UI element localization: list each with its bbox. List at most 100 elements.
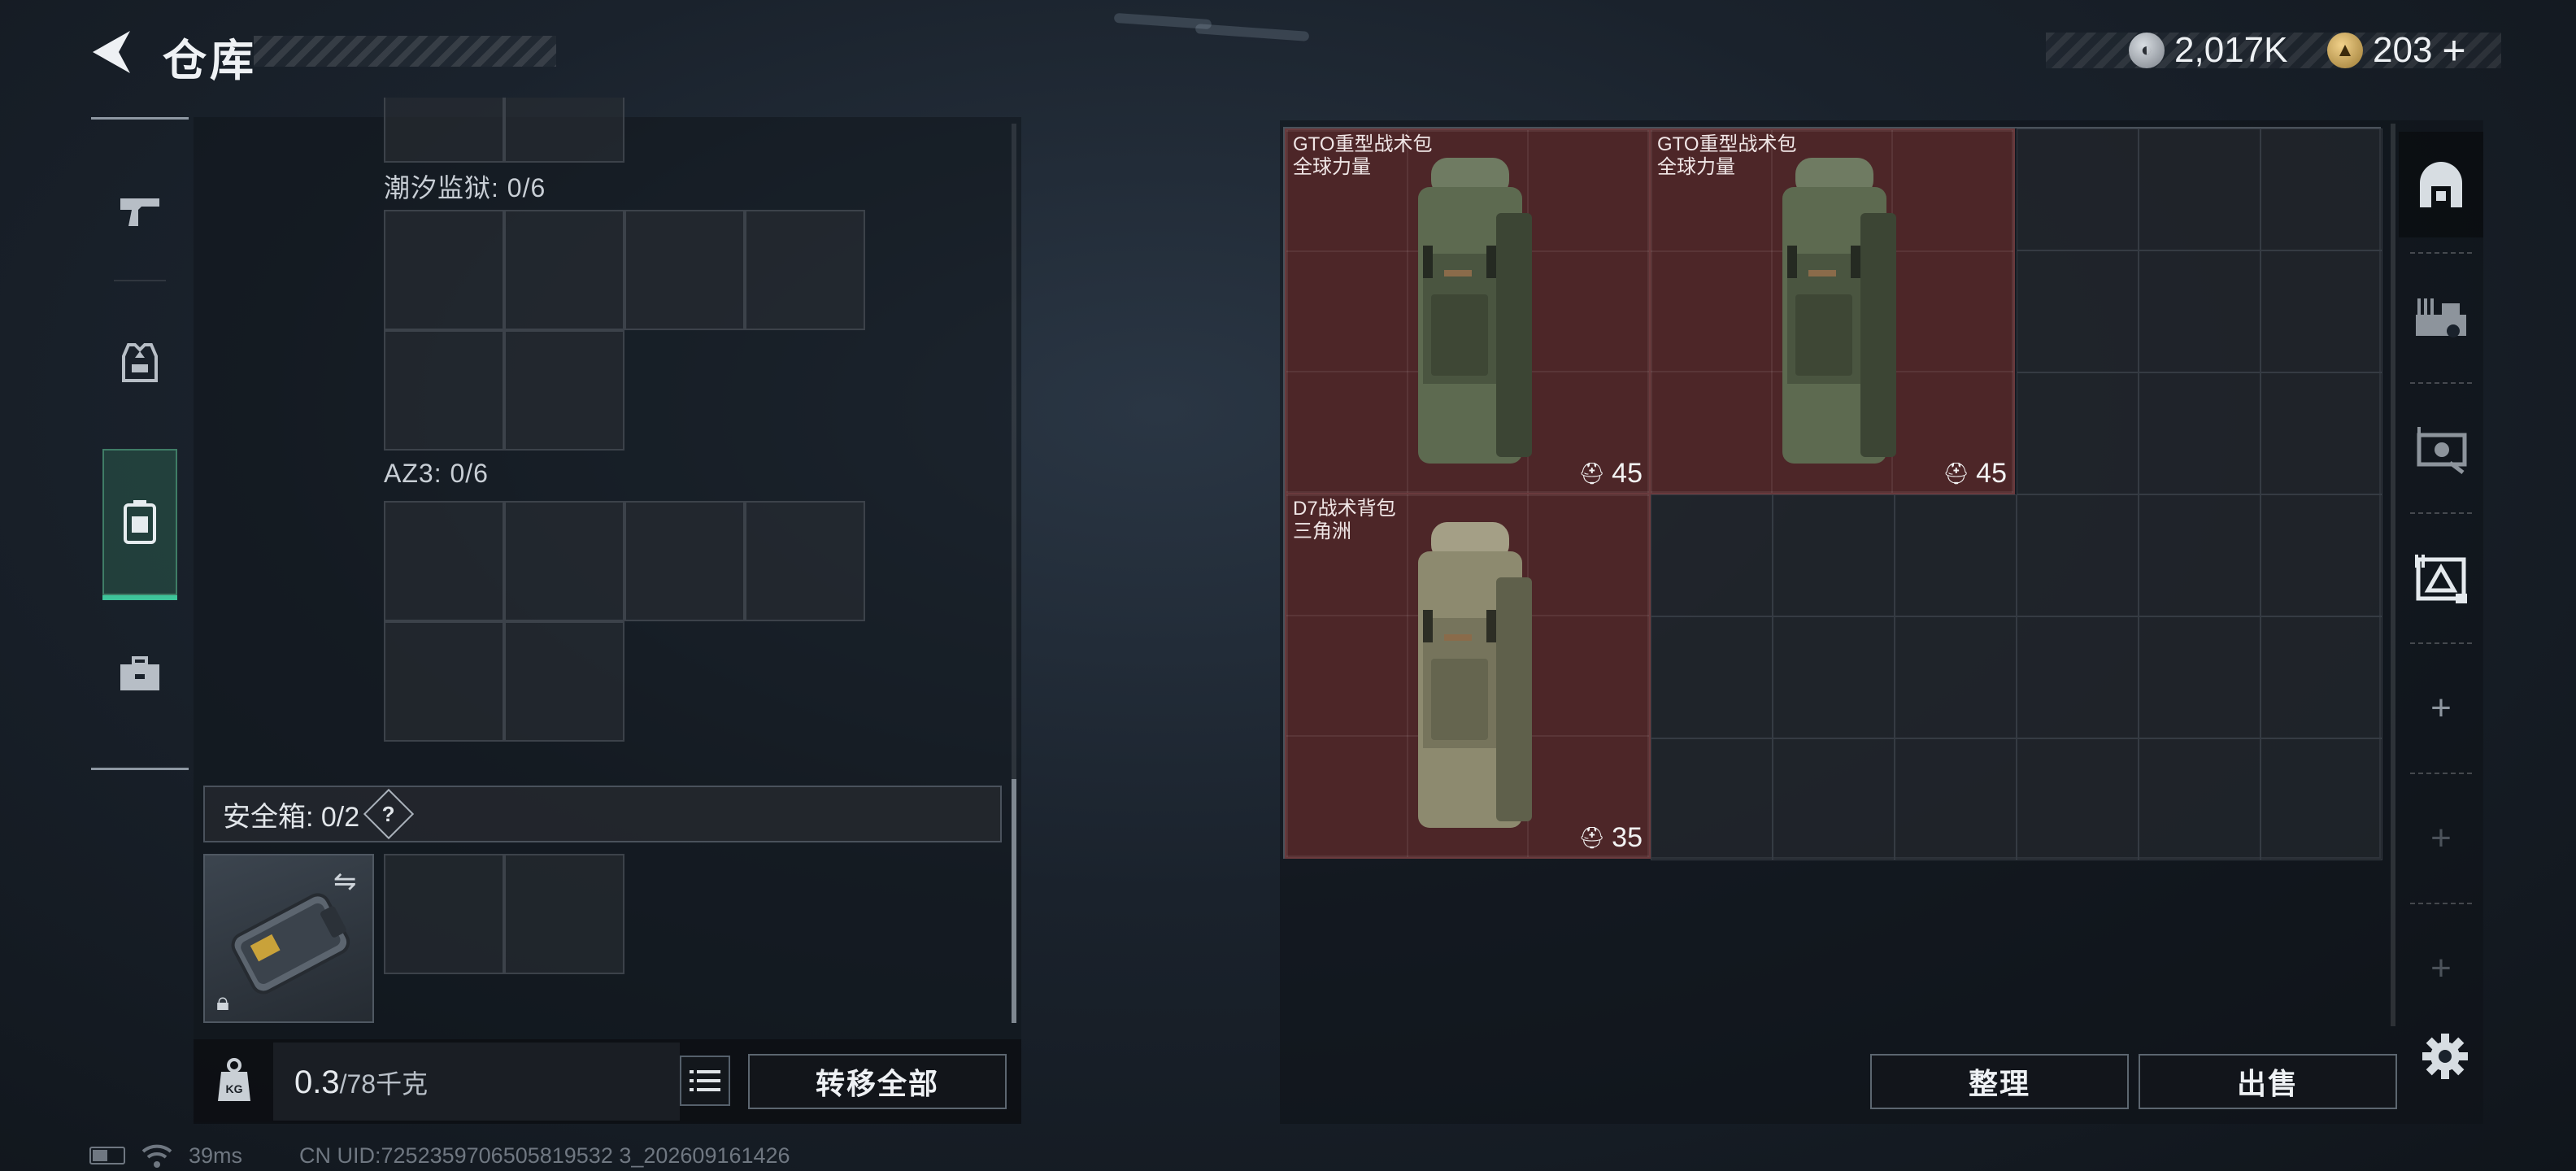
pistol-icon	[120, 198, 159, 226]
stash-grid-cell[interactable]	[2261, 128, 2382, 250]
grid-cell[interactable]	[745, 501, 865, 621]
sort-button[interactable]: 整理	[1870, 1054, 2129, 1109]
stash-grid-cell[interactable]	[1895, 494, 2017, 616]
stash-tab-main[interactable]	[2399, 132, 2483, 237]
grid-cell[interactable]	[624, 501, 745, 621]
stash-grid-cell[interactable]	[2139, 250, 2261, 372]
help-button[interactable]: ?	[363, 788, 415, 840]
tab-armor[interactable]	[91, 306, 189, 420]
grid-cell[interactable]	[384, 98, 504, 163]
swap-icon[interactable]: ⇋	[333, 865, 357, 898]
stash-tabs-rail: + + +	[2399, 124, 2483, 1026]
plus-icon: +	[2430, 818, 2452, 858]
rail-divider	[2410, 252, 2472, 254]
lock-icon: 🔒︎	[216, 989, 229, 1016]
right-scrollbar[interactable]	[2391, 124, 2395, 1026]
stash-grid-cell[interactable]	[2261, 738, 2382, 860]
stash-grid-cell[interactable]	[1773, 616, 1895, 738]
rail-divider	[2410, 382, 2472, 384]
stash-grid-cell[interactable]	[2139, 372, 2261, 494]
stash-grid-cell[interactable]	[2139, 616, 2261, 738]
safe-box-item[interactable]: ⇋ 🔒︎	[203, 854, 374, 1023]
item-card[interactable]: GTO重型战术包 全球力量 ⛑︎ 45	[1649, 128, 2015, 494]
stash-grid-cell[interactable]	[2261, 250, 2382, 372]
safe-box-cell[interactable]	[384, 854, 504, 974]
grid-cell[interactable]	[384, 210, 504, 330]
stash-grid-cell[interactable]	[1895, 616, 2017, 738]
triangle-container-icon	[2415, 555, 2467, 603]
transfer-all-button[interactable]: 转移全部	[748, 1054, 1007, 1109]
item-name: GTO重型战术包	[1293, 133, 1433, 155]
item-card[interactable]: GTO重型战术包 全球力量 ⛑︎ 45	[1285, 128, 1651, 494]
stash-grid-cell[interactable]	[2261, 616, 2382, 738]
grid-cell[interactable]	[384, 621, 504, 742]
item-card[interactable]: D7战术背包 三角洲 ⛑︎ 35	[1285, 493, 1651, 859]
crate-icon	[2417, 427, 2467, 474]
stash-grid-cell[interactable]	[1651, 494, 1773, 616]
stash-grid-cell[interactable]	[2139, 494, 2261, 616]
left-scrollbar-thumb[interactable]	[1012, 779, 1016, 1023]
container-label: AZ3: 0/6	[384, 459, 489, 488]
stash-grid-cell[interactable]	[1651, 738, 1773, 860]
grid-cell[interactable]	[384, 501, 504, 621]
safe-box-cell[interactable]	[504, 854, 624, 974]
rail-divider	[2410, 642, 2472, 644]
gold-amount: 203	[2373, 30, 2433, 70]
stash-tab-crate[interactable]	[2399, 387, 2483, 509]
tab-case[interactable]	[91, 618, 189, 732]
sell-button[interactable]: 出售	[2139, 1054, 2397, 1109]
safe-box-header: 安全箱: 0/2 ?	[203, 786, 1002, 842]
stash-grid-cell[interactable]	[2017, 738, 2139, 860]
stash-grid-cell[interactable]	[2261, 372, 2382, 494]
stash-grid-cell[interactable]	[2139, 128, 2261, 250]
settings-gear-icon[interactable]	[2422, 1033, 2469, 1080]
kg-weight-icon: KG	[218, 1058, 250, 1101]
vest-icon	[122, 343, 158, 382]
back-button[interactable]	[88, 26, 137, 78]
container-label: 潮汐监狱: 0/6	[384, 173, 546, 202]
stash-tab-equipment[interactable]	[2399, 257, 2483, 379]
plus-icon: +	[2430, 688, 2452, 728]
rail-divider	[2410, 773, 2472, 774]
stash-grid-cell[interactable]	[2017, 616, 2139, 738]
item-brand: 三角洲	[1293, 520, 1351, 542]
item-capacity-value: 45	[1976, 458, 2007, 489]
stash-grid-cell[interactable]	[2017, 372, 2139, 494]
background-light-streak	[1194, 24, 1310, 41]
grid-cell[interactable]	[504, 501, 624, 621]
stash-grid-cell[interactable]	[2261, 494, 2382, 616]
stash-grid-cell[interactable]	[1773, 738, 1895, 860]
stash-grid-cell[interactable]	[1651, 616, 1773, 738]
grid-cell[interactable]	[504, 621, 624, 742]
stash-grid-cell[interactable]	[2017, 494, 2139, 616]
back-arrow-icon	[93, 31, 130, 73]
grid-cell[interactable]	[504, 98, 624, 163]
stash-tab-container[interactable]	[2399, 517, 2483, 639]
list-view-button[interactable]	[680, 1056, 730, 1106]
gold-triangle-coin-icon: ▲	[2327, 33, 2363, 68]
add-stash-tab-button[interactable]: +	[2399, 647, 2483, 769]
tab-weapon[interactable]	[91, 153, 189, 267]
grid-cell[interactable]	[384, 330, 504, 451]
add-currency-button[interactable]: +	[2442, 27, 2465, 74]
user-uid: CN UID:7252359706505819532 3_20260916142…	[299, 1143, 790, 1168]
item-capacity-value: 45	[1612, 458, 1643, 489]
grid-cell[interactable]	[504, 330, 624, 451]
stash-grid-cell[interactable]	[2139, 738, 2261, 860]
stash-grid-cell[interactable]	[1895, 738, 2017, 860]
item-name: GTO重型战术包	[1657, 133, 1797, 155]
list-icon	[690, 1070, 720, 1091]
tab-backpack[interactable]	[102, 449, 177, 600]
grid-cell[interactable]	[624, 210, 745, 330]
grid-cell[interactable]	[504, 210, 624, 330]
battery-icon	[89, 1147, 125, 1164]
equipment-bench-icon	[2416, 298, 2466, 337]
backpack-image	[1418, 158, 1532, 464]
gold-currency[interactable]: ▲ 203 +	[2327, 28, 2466, 73]
grid-cell[interactable]	[745, 210, 865, 330]
stash-grid-cell[interactable]	[1773, 494, 1895, 616]
plus-icon: +	[2430, 948, 2452, 988]
stash-grid-cell[interactable]	[2017, 250, 2139, 372]
rail-divider	[2410, 903, 2472, 904]
stash-grid-cell[interactable]	[2017, 128, 2139, 250]
